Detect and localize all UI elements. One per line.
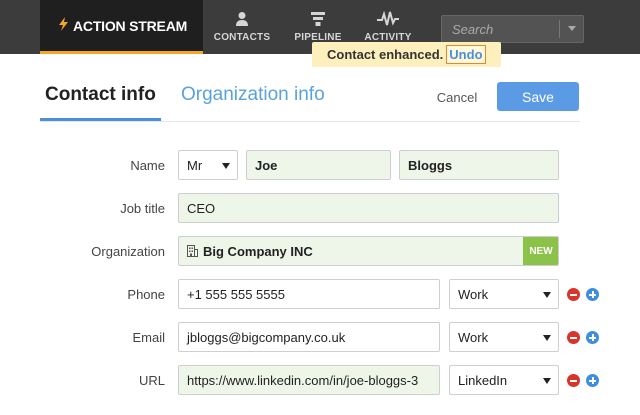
- phone-label: Phone: [127, 287, 165, 302]
- add-url-button[interactable]: [586, 374, 599, 387]
- search-input[interactable]: [442, 16, 560, 42]
- organization-field[interactable]: Big Company INC NEW: [178, 236, 559, 266]
- search-divider: [559, 20, 560, 38]
- job-title-field[interactable]: CEO: [178, 193, 559, 223]
- remove-url-button[interactable]: [567, 374, 580, 387]
- tab-contact-info[interactable]: Contact info: [45, 84, 156, 106]
- add-phone-button[interactable]: [586, 288, 599, 301]
- brand-name: ACTION STREAM: [73, 17, 188, 34]
- remove-phone-button[interactable]: [567, 288, 580, 301]
- job-title-label: Job title: [120, 201, 165, 216]
- person-icon: [236, 12, 248, 26]
- chevron-down-icon: [222, 163, 230, 169]
- url-type-value: LinkedIn: [458, 372, 508, 388]
- save-button[interactable]: Save: [497, 82, 579, 111]
- toast-notification: Contact enhanced. Undo: [312, 42, 501, 67]
- chevron-down-icon: [543, 292, 551, 298]
- nav-contacts-label: CONTACTS: [213, 32, 271, 43]
- email-label: Email: [132, 330, 165, 345]
- cancel-button[interactable]: Cancel: [429, 86, 485, 108]
- first-name-field[interactable]: Joe: [246, 150, 391, 180]
- undo-link[interactable]: Undo: [446, 45, 486, 64]
- phone-field[interactable]: +1 555 555 5555: [178, 279, 440, 309]
- tab-organization-info[interactable]: Organization info: [181, 84, 325, 106]
- search-dropdown-icon[interactable]: [568, 26, 576, 31]
- lightning-bolt-icon: [59, 16, 68, 35]
- funnel-icon: [311, 12, 325, 26]
- nav-contacts[interactable]: CONTACTS: [213, 0, 271, 54]
- remove-email-button[interactable]: [567, 331, 580, 344]
- url-type-select[interactable]: LinkedIn: [449, 365, 559, 395]
- salutation-value: Mr: [187, 157, 203, 173]
- app-window: ACTION STREAM CONTACTS PIPELINE ACTIVITY: [0, 0, 640, 415]
- organization-value: Big Company INC: [203, 243, 313, 259]
- tab-divider: [40, 121, 580, 122]
- chevron-down-icon: [543, 378, 551, 384]
- salutation-select[interactable]: Mr: [178, 150, 238, 180]
- phone-type-select[interactable]: Work: [449, 279, 559, 309]
- url-field[interactable]: https://www.linkedin.com/in/joe-bloggs-3: [178, 365, 440, 395]
- toast-message: Contact enhanced.: [327, 47, 444, 62]
- brand-logo[interactable]: ACTION STREAM: [40, 0, 203, 54]
- url-label: URL: [138, 373, 165, 388]
- building-icon: [187, 245, 198, 257]
- email-type-value: Work: [458, 329, 489, 345]
- organization-label: Organization: [91, 244, 165, 259]
- search-box: [441, 15, 584, 43]
- email-field[interactable]: jbloggs@bigcompany.co.uk: [178, 322, 440, 352]
- chevron-down-icon: [543, 335, 551, 341]
- pulse-icon: [377, 11, 399, 26]
- add-email-button[interactable]: [586, 331, 599, 344]
- new-badge: NEW: [523, 237, 558, 265]
- phone-type-value: Work: [458, 286, 489, 302]
- email-type-select[interactable]: Work: [449, 322, 559, 352]
- name-label: Name: [130, 158, 165, 173]
- last-name-field[interactable]: Bloggs: [399, 150, 559, 180]
